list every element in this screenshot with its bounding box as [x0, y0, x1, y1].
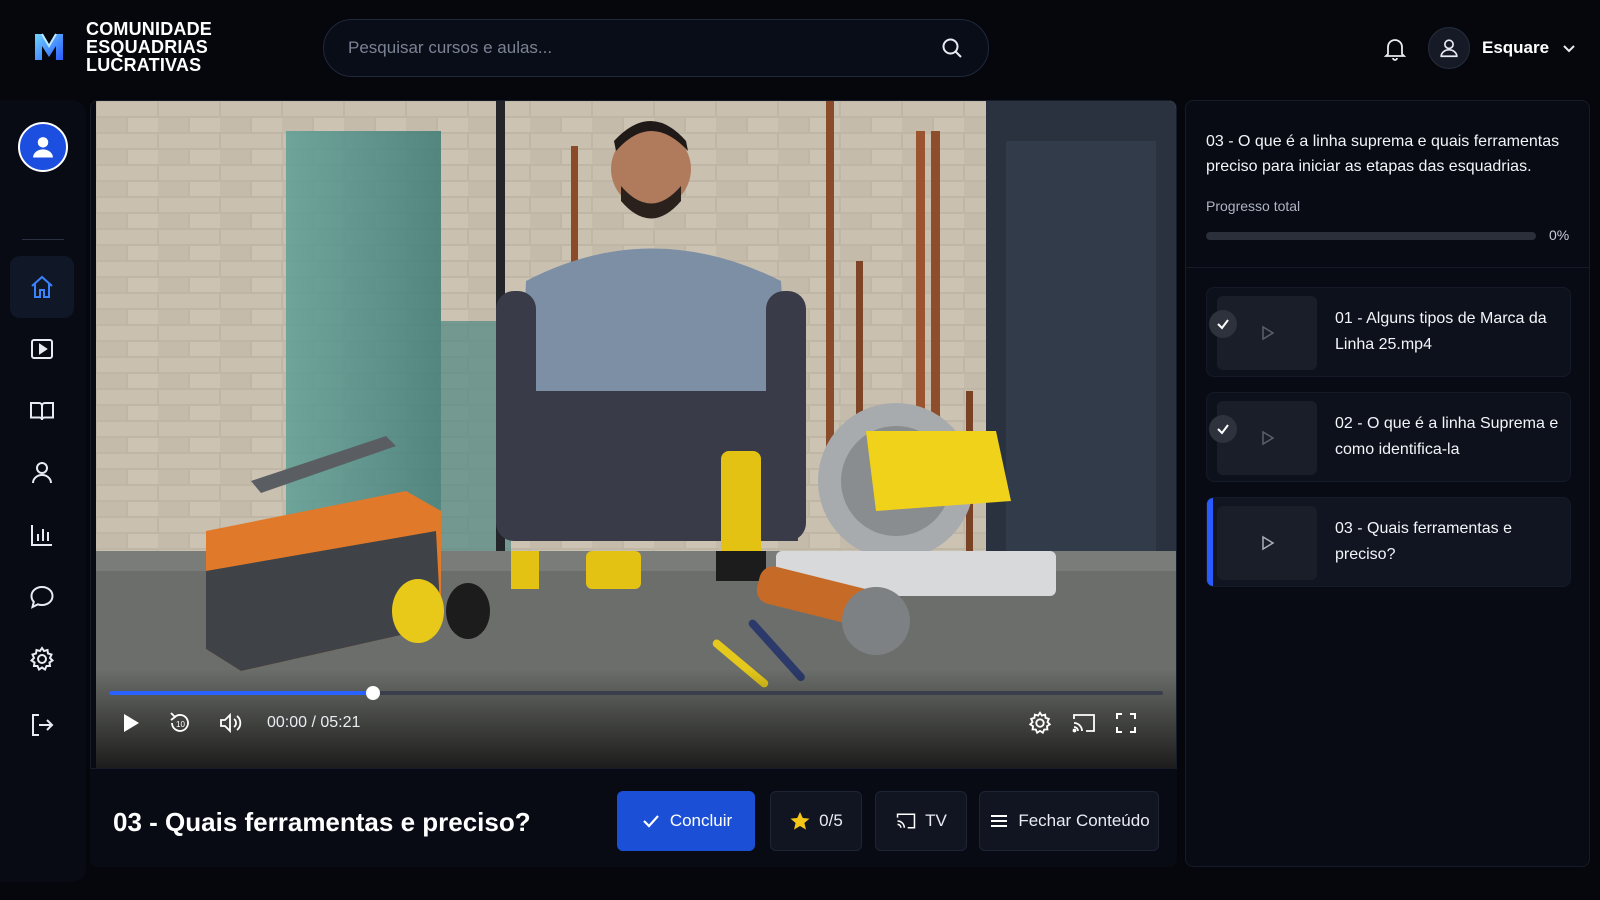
- sidebar-item-community[interactable]: [10, 566, 74, 628]
- fullscreen-icon: [1116, 713, 1136, 733]
- search-bar[interactable]: [323, 19, 989, 77]
- lesson-item[interactable]: 02 - O que é a linha Suprema e como iden…: [1206, 392, 1571, 482]
- sidebar-item-videos[interactable]: [10, 318, 74, 380]
- video-progress-bar[interactable]: [109, 686, 1163, 700]
- book-open-icon: [30, 402, 54, 421]
- brand-name: COMUNIDADE ESQUADRIAS LUCRATIVAS: [86, 20, 212, 74]
- sidebar-item-home[interactable]: [10, 256, 74, 318]
- sidebar-item-logout[interactable]: [10, 694, 74, 756]
- rewind-10-icon: 10: [170, 712, 189, 732]
- course-panel: 03 - O que é a linha suprema e quais fer…: [1185, 100, 1590, 867]
- user-menu[interactable]: Esquare: [1428, 27, 1577, 69]
- lesson-thumbnail: [1217, 506, 1317, 580]
- video-frame[interactable]: [96, 101, 1176, 769]
- play-icon: [124, 714, 139, 732]
- rating-button[interactable]: 0/5: [770, 791, 862, 851]
- play-square-icon: [31, 339, 53, 359]
- lesson-item-current[interactable]: 03 - Quais ferramentas e preciso?: [1206, 497, 1571, 587]
- check-icon: [643, 815, 659, 828]
- brand-line-1: COMUNIDADE: [86, 19, 212, 39]
- video-scrubber-handle[interactable]: [365, 686, 380, 700]
- chevron-down-icon[interactable]: [1561, 40, 1577, 56]
- cast-icon: [1072, 714, 1095, 733]
- panel-divider: [1186, 267, 1589, 268]
- lesson-info-bar: 03 - Quais ferramentas e preciso? Conclu…: [90, 768, 1177, 867]
- lesson-item[interactable]: 01 - Alguns tipos de Marca da Linha 25.m…: [1206, 287, 1571, 377]
- search-icon[interactable]: [940, 36, 964, 60]
- current-lesson-indicator: [1207, 498, 1213, 586]
- profile-avatar[interactable]: [18, 122, 68, 172]
- completed-check-icon: [1209, 310, 1237, 338]
- play-icon: [1262, 535, 1275, 551]
- user-icon: [1440, 39, 1458, 58]
- brand-line-3: LUCRATIVAS: [86, 55, 202, 75]
- person-icon: [32, 462, 52, 484]
- video-time: 00:00 / 05:21: [267, 714, 361, 731]
- volume-icon: [220, 712, 242, 734]
- sidebar-item-settings[interactable]: [10, 628, 74, 690]
- video-settings-button[interactable]: [1025, 708, 1055, 738]
- gear-icon: [1028, 711, 1052, 735]
- sidebar: [0, 100, 86, 882]
- play-icon: [1262, 325, 1275, 341]
- bar-chart-icon: [31, 525, 52, 546]
- completed-check-icon: [1209, 415, 1237, 443]
- rewind-10-button[interactable]: 10: [165, 708, 195, 738]
- logo-mark-icon: [35, 33, 63, 60]
- video-player[interactable]: 10 00:00 / 05:21: [90, 100, 1177, 867]
- star-icon: [790, 812, 810, 830]
- bell-icon[interactable]: [1383, 36, 1407, 62]
- chat-bubble-icon: [30, 585, 54, 609]
- lesson-item-title: 02 - O que é a linha Suprema e como iden…: [1335, 415, 1559, 458]
- home-icon: [31, 275, 53, 298]
- volume-button[interactable]: [215, 708, 245, 738]
- search-input[interactable]: [348, 38, 940, 58]
- tv-button[interactable]: TV: [875, 791, 967, 851]
- brand-logo[interactable]: COMUNIDADE ESQUADRIAS LUCRATIVAS: [32, 20, 212, 74]
- lesson-title: 03 - Quais ferramentas e preciso?: [113, 807, 531, 837]
- user-name[interactable]: Esquare: [1482, 38, 1549, 58]
- video-progress-fill: [109, 691, 373, 695]
- menu-icon: [991, 815, 1008, 827]
- svg-text:10: 10: [176, 720, 185, 729]
- course-progress-bar: [1206, 232, 1536, 240]
- lesson-item-title: 03 - Quais ferramentas e preciso?: [1335, 520, 1512, 563]
- sidebar-item-profile[interactable]: [10, 442, 74, 504]
- rating-label: 0/5: [819, 811, 843, 830]
- user-icon: [33, 137, 53, 158]
- complete-button-label: Concluir: [669, 811, 733, 830]
- gear-icon: [29, 646, 55, 671]
- complete-button[interactable]: Concluir: [617, 791, 755, 851]
- cast-icon: [896, 813, 916, 829]
- brand-line-2: ESQUADRIAS: [86, 37, 209, 57]
- lesson-item-title: 01 - Alguns tipos de Marca da Linha 25.m…: [1335, 310, 1547, 353]
- progress-label: Progresso total: [1206, 198, 1301, 214]
- sidebar-item-courses[interactable]: [10, 380, 74, 442]
- play-icon: [1262, 430, 1275, 446]
- module-title: 03 - O que é a linha suprema e quais fer…: [1206, 133, 1560, 175]
- progress-percent: 0%: [1549, 227, 1570, 243]
- fullscreen-button[interactable]: [1111, 708, 1141, 738]
- avatar[interactable]: [1428, 27, 1470, 69]
- close-content-label: Fechar Conteúdo: [1018, 811, 1150, 830]
- play-button[interactable]: [115, 708, 145, 738]
- sidebar-divider: [22, 239, 64, 240]
- cast-button[interactable]: [1069, 708, 1099, 738]
- close-content-button[interactable]: Fechar Conteúdo: [979, 791, 1159, 851]
- logout-icon: [32, 714, 54, 736]
- tv-button-label: TV: [925, 811, 947, 830]
- sidebar-item-stats[interactable]: [10, 504, 74, 566]
- top-header: COMUNIDADE ESQUADRIAS LUCRATIVAS Esquare: [0, 0, 1600, 98]
